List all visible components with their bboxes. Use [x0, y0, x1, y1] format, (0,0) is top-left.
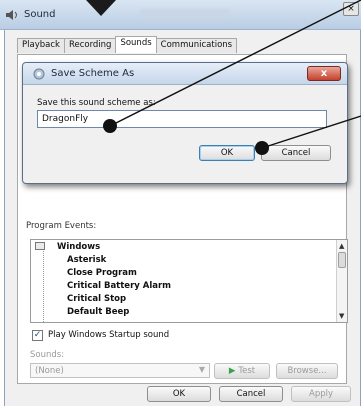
folder-icon	[35, 242, 45, 250]
play-icon: ▶	[228, 366, 236, 376]
test-label: Test	[238, 366, 256, 376]
modal-title: Save Scheme As	[51, 68, 135, 79]
modal-titlebar: Save Scheme As x	[23, 63, 347, 85]
tab-recording[interactable]: Recording	[63, 38, 117, 53]
list-item[interactable]: Asterisk	[67, 255, 106, 265]
modal-ok-button[interactable]: OK	[199, 145, 255, 161]
arrow-pointer-icon	[86, 0, 116, 16]
list-item[interactable]: Close Program	[67, 268, 137, 278]
tab-sounds[interactable]: Sounds	[115, 36, 157, 53]
save-scheme-dialog: Save Scheme As x Save this sound scheme …	[22, 62, 348, 184]
list-item[interactable]: Critical Battery Alarm	[67, 281, 171, 291]
speaker-icon	[6, 10, 17, 20]
window-title: Sound	[24, 9, 56, 20]
scroll-down-icon[interactable]: ▼	[339, 312, 344, 320]
sounds-select[interactable]: (None) ▼	[30, 363, 210, 378]
window-titlebar: Sound ×	[0, 0, 361, 30]
scheme-icon	[33, 68, 45, 80]
scheme-name-label: Save this sound scheme as:	[37, 98, 156, 108]
window-title-secondary	[140, 9, 230, 19]
browse-button[interactable]: Browse...	[276, 363, 338, 379]
events-scrollbar[interactable]: ▲ ▼	[336, 240, 347, 322]
startup-sound-label: Play Windows Startup sound	[48, 330, 170, 340]
test-button[interactable]: ▶ Test	[214, 363, 270, 379]
list-item[interactable]: Default Beep	[67, 307, 129, 317]
tab-communications[interactable]: Communications	[155, 38, 238, 53]
list-item[interactable]: Windows	[57, 242, 100, 252]
sounds-label: Sounds:	[30, 350, 65, 360]
program-events-list[interactable]: Windows Asterisk Close Program Critical …	[30, 239, 348, 323]
scheme-name-input[interactable]: DragonFly	[37, 110, 327, 128]
sounds-select-value: (None)	[35, 366, 64, 376]
scroll-up-icon[interactable]: ▲	[339, 242, 344, 250]
tab-playback[interactable]: Playback	[17, 38, 65, 53]
apply-button[interactable]: Apply	[291, 386, 351, 402]
modal-close-button[interactable]: x	[307, 66, 341, 81]
ok-button[interactable]: OK	[147, 386, 211, 402]
list-item[interactable]: Critical Stop	[67, 294, 126, 304]
program-events-label: Program Events:	[26, 221, 97, 231]
chevron-down-icon: ▼	[198, 365, 205, 374]
cancel-button[interactable]: Cancel	[219, 386, 283, 402]
startup-sound-checkbox[interactable]: ✓	[32, 330, 43, 341]
modal-cancel-button[interactable]: Cancel	[261, 145, 331, 161]
window-close-button[interactable]: ×	[343, 2, 359, 16]
tree-line	[43, 246, 44, 322]
tab-strip: Playback Recording Sounds Communications	[17, 36, 238, 54]
scroll-thumb[interactable]	[338, 252, 346, 268]
